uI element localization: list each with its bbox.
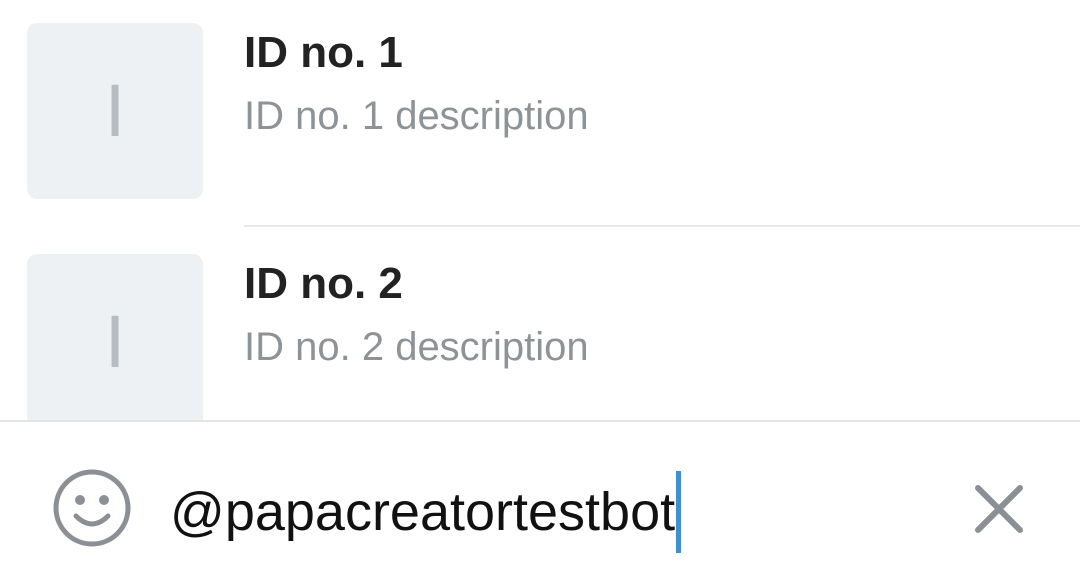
emoji-button[interactable] [52,468,132,548]
smiley-icon [53,469,131,547]
result-description: ID no. 1 description [244,94,589,138]
close-icon [975,485,1023,533]
clear-button[interactable] [972,482,1026,536]
thumbnail-letter: I [104,300,126,383]
result-title: ID no. 2 [244,259,403,308]
result-item[interactable]: I ID no. 2 ID no. 2 description [0,231,1080,420]
message-input-text: @papacreatortestbot [170,482,676,542]
message-input-bar: @papacreatortestbot [0,420,1080,584]
inline-results-list: I ID no. 1 ID no. 1 description I ID no.… [0,0,1080,420]
result-item[interactable]: I ID no. 1 ID no. 1 description [0,0,1080,230]
row-divider [244,225,1080,227]
result-thumbnail: I [27,23,203,199]
result-thumbnail: I [27,254,203,420]
thumbnail-letter: I [104,69,126,152]
result-title: ID no. 1 [244,28,403,77]
text-caret [676,471,682,553]
message-input[interactable]: @papacreatortestbot [170,471,682,553]
result-description: ID no. 2 description [244,325,589,369]
